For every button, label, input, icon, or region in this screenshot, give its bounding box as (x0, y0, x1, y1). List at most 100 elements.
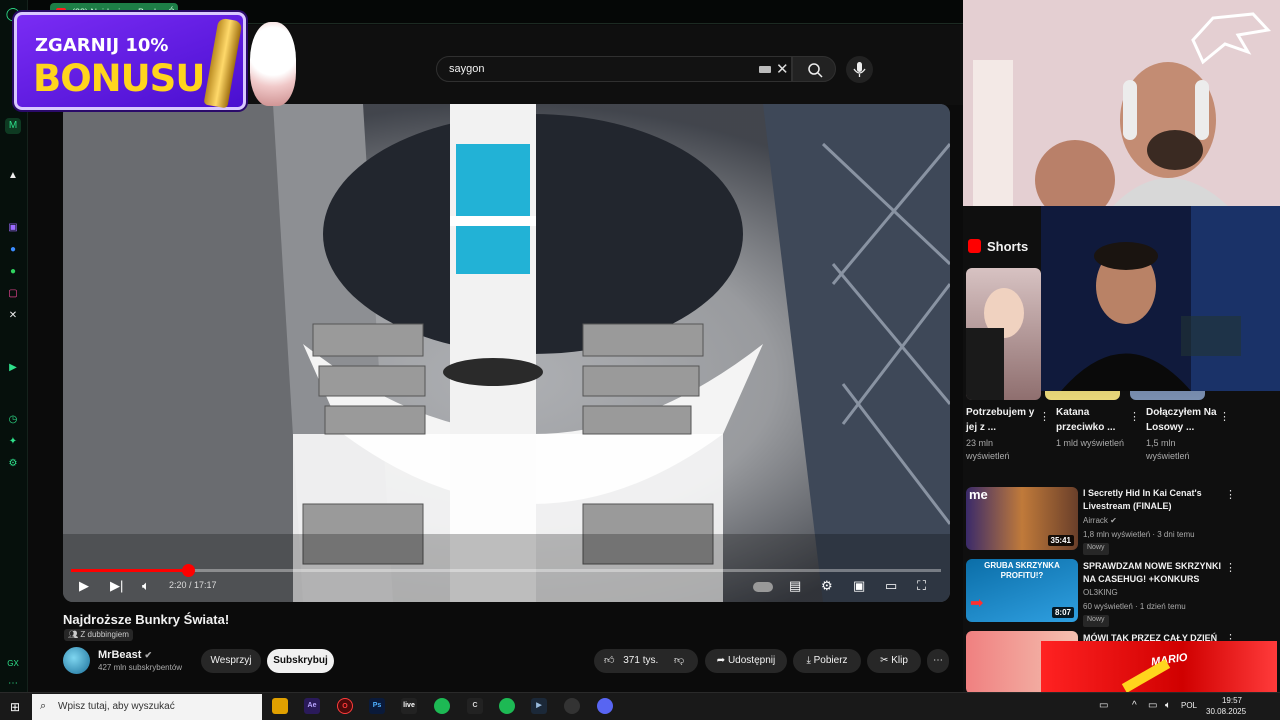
subscribe-button[interactable]: Subskrybuj (267, 649, 334, 673)
messenger-icon[interactable]: ● (5, 242, 21, 258)
thumbs-down-icon[interactable]: 👎︎ (674, 649, 684, 673)
search-box[interactable]: saygon ✕ (436, 56, 792, 82)
instagram-icon[interactable]: ▢ (5, 286, 21, 302)
search-input[interactable]: saygon (449, 63, 484, 75)
short-title[interactable]: Dołączyłem Na Losowy ... (1146, 405, 1218, 435)
short-menu-icon[interactable]: ⋮ (1129, 410, 1140, 423)
windows-start-icon[interactable]: ⊞ (10, 700, 20, 714)
video-frame (63, 104, 950, 602)
autoplay-toggle[interactable] (753, 582, 773, 592)
video-thumbnail[interactable]: me 35:41 (966, 487, 1078, 550)
short-views: 23 mln wyświetleń (966, 438, 1010, 461)
more-actions-button[interactable]: ⋯ (927, 649, 949, 673)
video-title-link[interactable]: SPRAWDZAM NOWE SKRZYNKI NA CASEHUG! +KON… (1083, 560, 1223, 586)
clip-button[interactable]: ✂ Klip (867, 649, 921, 673)
video-title-link[interactable]: I Secretly Hid In Kai Cenat's Livestream… (1083, 487, 1223, 513)
search-icon (808, 63, 823, 78)
promo-banner[interactable]: ZGARNIJ 10% BONUSU (14, 12, 246, 110)
settings-icon[interactable]: ⚙ (5, 456, 21, 472)
clear-search-icon[interactable]: ✕ (776, 60, 789, 78)
dagger-icon (203, 17, 243, 109)
download-button[interactable]: ⤓ Pobierz (793, 649, 861, 673)
channel-link[interactable]: Airrack ✔ (1083, 516, 1117, 525)
taskbar-search[interactable]: ⌕ Wpisz tutaj, aby wyszukać (32, 694, 262, 720)
duration-badge: 8:07 (1051, 607, 1074, 618)
download-label: Pobierz (813, 655, 848, 666)
extensions-icon[interactable]: ✦ (5, 434, 21, 450)
whatsapp-icon[interactable]: ● (5, 264, 21, 280)
video-thumbnail[interactable]: GRUBA SKRZYNKA PROFITU!? ➡ 8:07 (966, 559, 1078, 622)
aria-icon[interactable]: ▲ (5, 168, 21, 184)
short-thumbnail[interactable] (966, 268, 1041, 400)
history-icon[interactable]: ◷ (5, 412, 21, 428)
spotify-icon[interactable] (499, 698, 515, 714)
ccleaner-icon[interactable]: C (467, 698, 483, 714)
webcam-feed (1041, 206, 1280, 391)
search-button[interactable] (792, 56, 836, 82)
settings-gear-icon[interactable]: ⚙ (821, 578, 833, 594)
clock[interactable]: 19:57 30.08.2025 (1206, 695, 1246, 717)
keyboard-icon[interactable] (759, 66, 771, 73)
subtitles-icon[interactable]: ▤ (789, 578, 801, 594)
share-label: Udostępnij (727, 655, 776, 666)
network-icon[interactable]: ▭ (1148, 700, 1157, 711)
more-icon[interactable]: ⋯ (5, 676, 21, 692)
progress-fill (71, 569, 189, 572)
like-count: 371 tys. (623, 655, 659, 666)
player-icon[interactable]: ▶ (5, 360, 21, 376)
video-menu-icon[interactable]: ⋮ (1225, 561, 1236, 574)
search-icon: ⌕ (40, 700, 47, 712)
channel-avatar[interactable] (63, 647, 90, 674)
short-title[interactable]: Potrzebujem y jej z ... (966, 405, 1038, 435)
short-menu-icon[interactable]: ⋮ (1219, 410, 1230, 423)
after-effects-icon[interactable]: Ae (304, 698, 320, 714)
twitch-icon[interactable]: ▣ (5, 220, 21, 236)
channel-name[interactable]: MrBeast ✔ (98, 649, 152, 661)
streamer-webcam (963, 0, 1280, 206)
discord-icon[interactable] (597, 698, 613, 714)
file-explorer-icon[interactable] (272, 698, 288, 714)
windows-taskbar: ⊞ ⌕ Wpisz tutaj, aby wyszukać Ae O Ps li… (0, 692, 1280, 720)
dub-label: Z dubbingiem (80, 630, 129, 639)
short-menu-icon[interactable]: ⋮ (1039, 410, 1050, 423)
gx-icon[interactable]: GX (5, 656, 21, 672)
logo-image (1121, 659, 1171, 693)
opera-gx-icon[interactable]: O (337, 698, 353, 714)
download-icon: ⤓ (806, 655, 814, 666)
maps-icon[interactable]: M (5, 118, 21, 134)
share-icon: ➦ (716, 655, 728, 666)
voice-search-button[interactable] (846, 56, 873, 83)
progress-bar[interactable] (71, 564, 941, 577)
thumbs-up-icon[interactable]: 👍︎ (604, 655, 614, 666)
video-menu-icon[interactable]: ⋮ (1225, 488, 1236, 501)
hair-image (966, 328, 1004, 400)
short-title[interactable]: Katana przeciwko ... (1056, 405, 1128, 435)
shorts-heading: Shorts (987, 239, 1029, 254)
subscriber-count: 427 mln subskrybentów (98, 663, 183, 672)
support-button[interactable]: Wesprzyj (201, 649, 261, 673)
arrow-icon: ➡ (970, 595, 984, 612)
x-icon[interactable]: ✕ (5, 308, 21, 324)
next-button[interactable]: ▶| (110, 578, 123, 594)
thumbnail-text: me (969, 487, 988, 502)
play-button[interactable]: ▶ (79, 578, 89, 594)
video-player[interactable]: ▶ ▶| 🔈︎ 2:20 / 17:17 ▤ ⚙ ▣ ▭ ⛶ (63, 104, 950, 602)
theater-mode-icon[interactable]: ▭ (885, 578, 897, 594)
tray-overflow-icon[interactable]: ^ (1132, 700, 1137, 711)
volume-icon[interactable]: 🔈︎ (142, 578, 150, 594)
like-dislike-group[interactable]: 👍︎ 371 tys. 👎︎ (594, 649, 698, 673)
speaker-icon[interactable]: 🔈︎ (1165, 700, 1171, 711)
fullscreen-icon[interactable]: ⛶ (917, 578, 926, 594)
channel-link[interactable]: OL3KING (1083, 588, 1118, 597)
steam-icon[interactable]: ▶ (531, 698, 547, 714)
photoshop-icon[interactable]: Ps (369, 698, 385, 714)
clip-label: Klip (891, 655, 908, 666)
video-meta: 60 wyświetleń · 1 dzień temu (1083, 602, 1186, 611)
spotify-icon[interactable] (434, 698, 450, 714)
app-icon[interactable] (564, 698, 580, 714)
share-button[interactable]: ➦ Udostępnij (705, 649, 787, 673)
keyboard-tray-icon[interactable]: ▭ (1099, 700, 1108, 711)
live-app-icon[interactable]: live (401, 698, 417, 714)
miniplayer-icon[interactable]: ▣ (853, 578, 865, 594)
language-indicator[interactable]: POL (1181, 701, 1197, 710)
